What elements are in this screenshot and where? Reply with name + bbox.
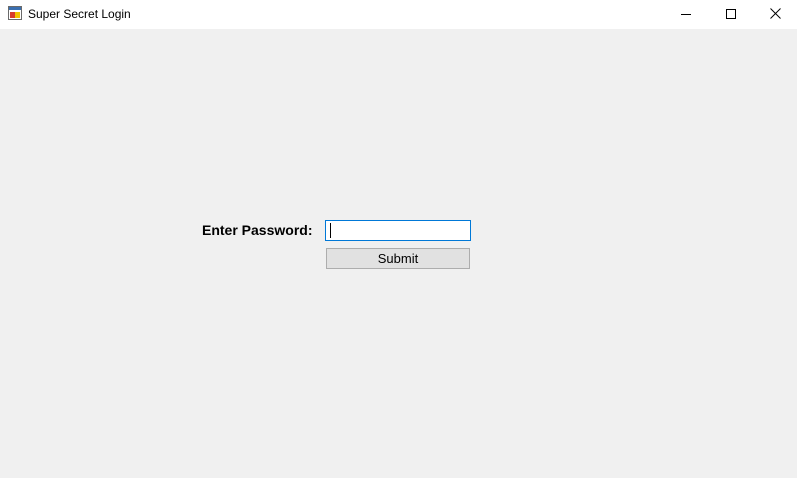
minimize-button[interactable] [663, 0, 708, 29]
close-button[interactable] [753, 0, 797, 29]
title-bar[interactable]: Super Secret Login [0, 0, 797, 29]
window-title: Super Secret Login [28, 7, 131, 21]
maximize-button[interactable] [708, 0, 753, 29]
maximize-icon [725, 6, 736, 24]
login-window: Super Secret Login Enter Password: Submi… [0, 0, 797, 478]
form-client-area: Enter Password: Submit [0, 29, 797, 478]
password-input[interactable] [325, 220, 471, 241]
submit-button[interactable]: Submit [326, 248, 470, 269]
close-icon [770, 6, 781, 24]
app-icon[interactable] [8, 6, 22, 20]
password-label: Enter Password: [202, 222, 313, 238]
text-caret [330, 223, 331, 238]
minimize-icon [680, 6, 691, 24]
